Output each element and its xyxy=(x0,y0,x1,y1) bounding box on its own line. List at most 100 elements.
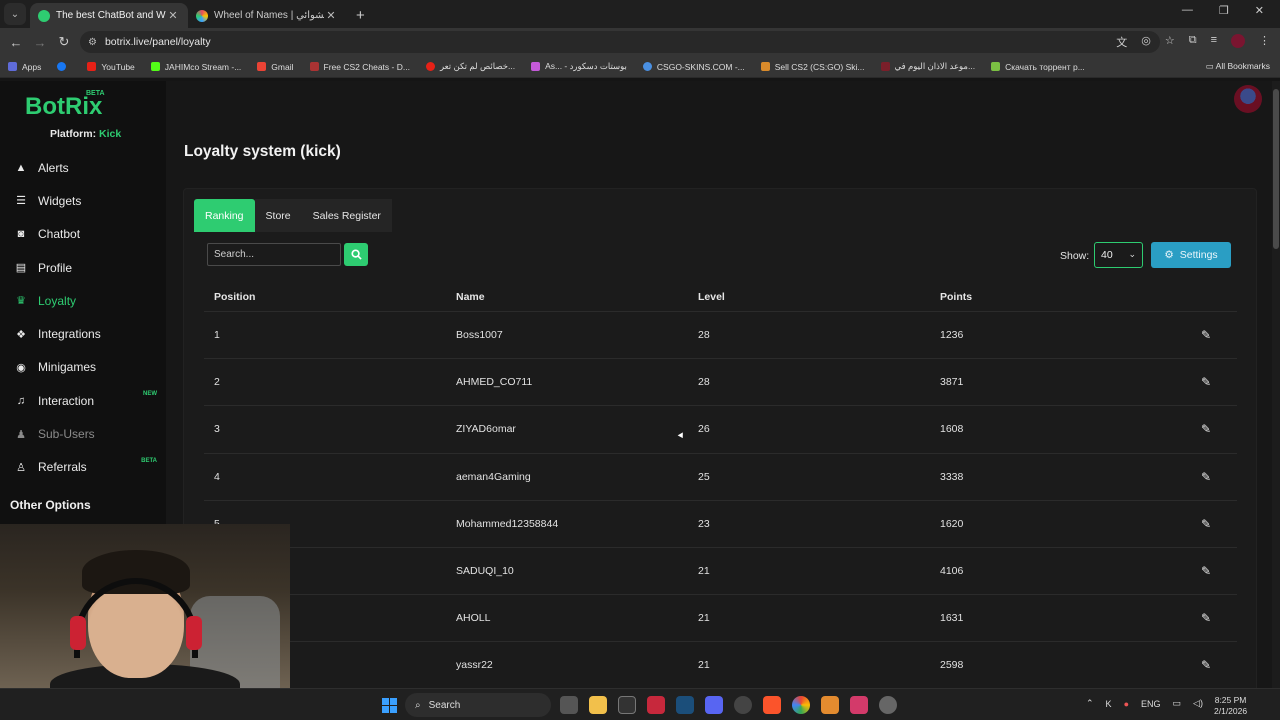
restore-icon[interactable]: ❐ xyxy=(1219,4,1229,17)
cell-points: 1236 xyxy=(940,329,964,342)
close-tab-icon[interactable]: ✕ xyxy=(166,9,180,22)
tab-store[interactable]: Store xyxy=(254,199,302,232)
browser-tab-botrix[interactable]: The best ChatBot and Widgets ✕ xyxy=(30,3,188,28)
sidebar-item-loyalty[interactable]: ♛ Loyalty xyxy=(0,284,166,317)
browser-tab-wheel[interactable]: Wheel of Names | اسم العشوائي ✕ xyxy=(188,3,346,28)
valorant-icon[interactable] xyxy=(647,696,665,714)
sidebar-item-interaction[interactable]: ♫ Interaction NEW xyxy=(0,384,166,417)
language-indicator[interactable]: ENG xyxy=(1141,699,1161,709)
sidebar-item-chatbot[interactable]: ◙ Chatbot xyxy=(0,218,166,251)
tab-ranking[interactable]: Ranking xyxy=(194,199,255,232)
column-header-points[interactable]: Points xyxy=(930,291,1175,303)
cell-points: 3871 xyxy=(940,376,964,389)
brave-icon[interactable] xyxy=(763,696,781,714)
taskbar-search[interactable]: ⌕ Search xyxy=(405,693,551,717)
column-header-position[interactable]: Position xyxy=(204,291,446,303)
streamer-app-icon[interactable] xyxy=(850,696,868,714)
close-tab-icon[interactable]: ✕ xyxy=(324,9,338,22)
bookmark-item[interactable]: موعد الاذان اليوم في... xyxy=(880,61,975,72)
all-bookmarks-button[interactable]: ▭ All Bookmarks xyxy=(1206,61,1270,72)
sidebar-menu: ▲ Alerts ☰ Widgets ◙ Chatbot ▤ Profile ♛ Loya… xyxy=(0,151,166,484)
edit-pencil-icon[interactable]: ✎ xyxy=(1175,658,1237,672)
back-icon[interactable]: ← xyxy=(4,35,28,50)
edit-pencil-icon[interactable]: ✎ xyxy=(1175,517,1237,531)
settings-gear-icon[interactable] xyxy=(879,696,897,714)
bookmark-item[interactable]: Gmail xyxy=(257,62,294,72)
bookmark-item[interactable]: Apps xyxy=(8,62,41,72)
bookmark-item[interactable]: YouTube xyxy=(87,62,135,72)
loyalty-card: Ranking Store Sales Register Show: 40 ⌄ … xyxy=(183,188,1257,708)
star-icon[interactable]: ☆ xyxy=(1165,34,1175,50)
file-explorer-icon[interactable] xyxy=(589,696,607,714)
settings-button[interactable]: ⚙ Settings xyxy=(1151,242,1231,268)
browser-tab-strip: ⌄ The best ChatBot and Widgets ✕ Wheel o… xyxy=(0,0,1280,28)
sidebar-item-integrations[interactable]: ❖ Integrations xyxy=(0,317,166,350)
sidebar-item-minigames[interactable]: ◉ Minigames xyxy=(0,351,166,384)
forward-icon[interactable]: → xyxy=(28,35,52,50)
extensions-icon[interactable]: ⧉ xyxy=(1189,34,1197,50)
bookmark-item[interactable]: As... - بوستات دسكورد xyxy=(531,61,627,72)
network-icon[interactable]: ▭ xyxy=(1173,698,1182,709)
tab-search-icon[interactable]: ⌄ xyxy=(4,3,26,25)
sidebar-item-sub-users[interactable]: ♟ Sub-Users xyxy=(0,417,166,450)
search-button[interactable] xyxy=(344,243,368,266)
edit-pencil-icon[interactable]: ✎ xyxy=(1175,470,1237,484)
microphone-icon[interactable]: ● xyxy=(1124,699,1129,709)
scrollbar-thumb[interactable] xyxy=(1273,89,1279,249)
app-icon[interactable] xyxy=(821,696,839,714)
cell-points: 4106 xyxy=(940,565,964,578)
address-bar[interactable]: ⚙ botrix.live/panel/loyalty xyxy=(80,31,1160,53)
bookmark-item[interactable]: خصائص لم تكن تعر... xyxy=(425,61,515,72)
user-plus-icon: ♙ xyxy=(16,461,26,474)
bookmark-item[interactable] xyxy=(57,62,71,71)
taskbar-clock[interactable]: 8:25 PM 2/1/2026 xyxy=(1214,695,1247,717)
system-tray: ⌃ K ● ENG ▭ ◁) xyxy=(1086,698,1203,709)
windows-start-icon[interactable] xyxy=(382,698,397,713)
edit-pencil-icon[interactable]: ✎ xyxy=(1175,611,1237,625)
edit-pencil-icon[interactable]: ✎ xyxy=(1175,375,1237,389)
bookmark-item[interactable]: JAHIMco Stream -... xyxy=(150,62,241,72)
close-window-icon[interactable]: ✕ xyxy=(1255,4,1264,17)
site-info-icon[interactable]: ⚙ xyxy=(88,37,97,48)
bookmark-item[interactable]: Free CS2 Cheats - D... xyxy=(309,62,410,72)
discord-icon[interactable] xyxy=(705,696,723,714)
user-avatar[interactable] xyxy=(1234,85,1262,113)
edit-pencil-icon[interactable]: ✎ xyxy=(1175,564,1237,578)
translate-icon[interactable]: 文 xyxy=(1116,34,1127,50)
minimize-icon[interactable]: — xyxy=(1182,4,1193,17)
chrome-icon[interactable] xyxy=(792,696,810,714)
sidebar-item-referrals[interactable]: ♙ Referrals BETA xyxy=(0,451,166,484)
column-header-level[interactable]: Level xyxy=(688,291,930,303)
column-header-name[interactable]: Name xyxy=(446,291,688,303)
edit-pencil-icon[interactable]: ✎ xyxy=(1175,422,1237,436)
botrix-logo[interactable]: BotRix xyxy=(25,93,102,121)
bookmark-item[interactable]: CSGO-SKINS.COM -... xyxy=(642,62,745,72)
kick-tray-icon[interactable]: K xyxy=(1106,699,1112,709)
reading-list-icon[interactable]: ≡ xyxy=(1211,34,1217,50)
more-menu-icon[interactable]: ⋮ xyxy=(1259,34,1270,50)
steam-icon[interactable] xyxy=(676,696,694,714)
page-scrollbar[interactable] xyxy=(1272,81,1280,688)
sidebar-item-widgets[interactable]: ☰ Widgets xyxy=(0,184,166,217)
search-input[interactable] xyxy=(207,243,341,266)
g-hub-icon[interactable] xyxy=(618,696,636,714)
bookmark-item[interactable]: Скачать торрент р... xyxy=(991,62,1085,72)
music-icon: ♫ xyxy=(16,394,26,407)
bookmark-item[interactable]: Sell CS2 (CS:GO) Ski... xyxy=(760,62,865,72)
tab-title: Wheel of Names | اسم العشوائي xyxy=(214,10,324,21)
eye-off-icon[interactable]: ◎ xyxy=(1141,34,1151,50)
obs-icon[interactable] xyxy=(734,696,752,714)
other-options-heading[interactable]: Other Options xyxy=(10,498,91,512)
table-row: 3 ZIYAD6omar 26 1608 ✎ xyxy=(204,406,1237,454)
volume-icon[interactable]: ◁) xyxy=(1193,698,1203,709)
tab-sales-register[interactable]: Sales Register xyxy=(301,199,392,232)
edit-pencil-icon[interactable]: ✎ xyxy=(1175,328,1237,342)
sidebar-item-profile[interactable]: ▤ Profile xyxy=(0,251,166,284)
reload-icon[interactable]: ↻ xyxy=(52,34,76,50)
page-size-select[interactable]: 40 ⌄ xyxy=(1094,242,1143,268)
sidebar-item-alerts[interactable]: ▲ Alerts xyxy=(0,151,166,184)
task-view-icon[interactable] xyxy=(560,696,578,714)
profile-avatar-icon[interactable] xyxy=(1231,34,1245,48)
new-tab-icon[interactable]: + xyxy=(356,7,365,24)
chevron-up-icon[interactable]: ⌃ xyxy=(1086,698,1094,709)
